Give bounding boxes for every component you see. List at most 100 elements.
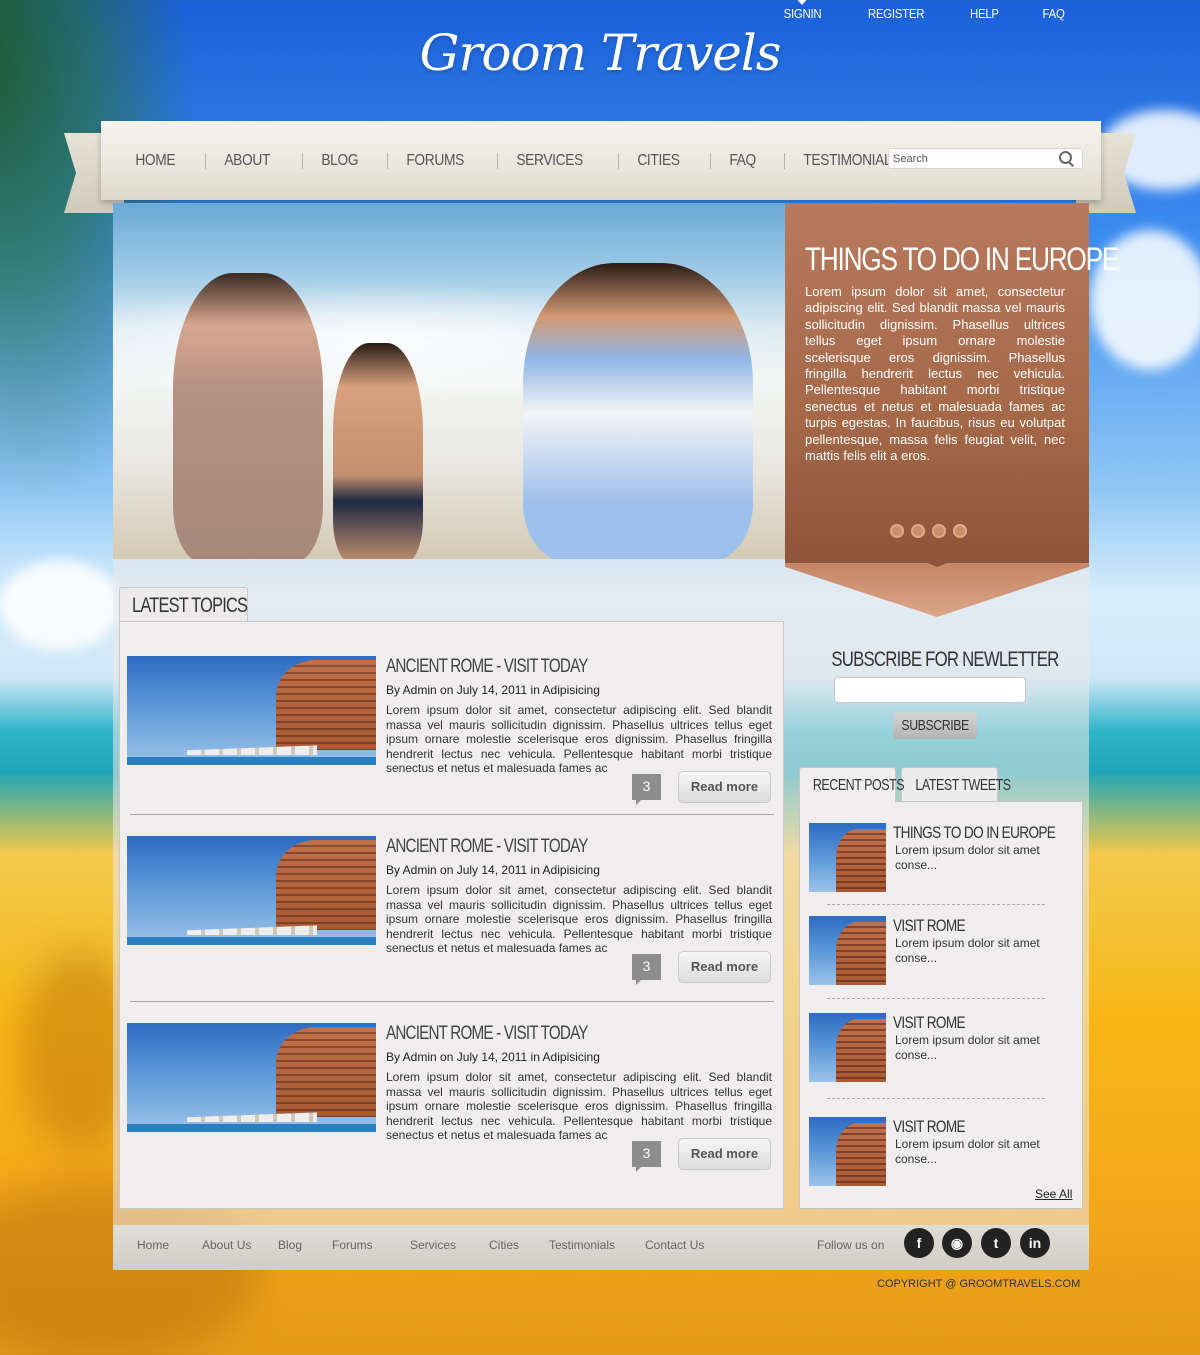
follow-label: Follow us on — [817, 1238, 885, 1252]
topic-meta: By Admin on July 14, 2011 in Adipisicing — [386, 683, 600, 697]
nav-item-blog[interactable]: BLOG — [305, 152, 375, 170]
hero-title: THINGS TO DO IN EUROPE — [805, 241, 1119, 277]
footer-link-cities[interactable]: Cities — [489, 1238, 519, 1252]
footer-link-about-us[interactable]: About Us — [202, 1238, 251, 1252]
woman-figure — [173, 273, 323, 559]
post-excerpt: Lorem ipsum dolor sit amet conse... — [895, 1137, 1040, 1166]
topic-excerpt: Lorem ipsum dolor sit amet, consectetur … — [386, 703, 772, 775]
recent-post-item: THINGS TO DO IN EUROPE Lorem ipsum dolor … — [809, 823, 1079, 893]
cloud-decoration — [0, 560, 120, 650]
hero-panel: THINGS TO DO IN EUROPE Lorem ipsum dolor… — [785, 203, 1119, 563]
footer-link-forums[interactable]: Forums — [332, 1238, 373, 1252]
search-icon[interactable] — [1058, 150, 1076, 168]
topic-title[interactable]: ANCIENT ROME - VISIT TODAY — [386, 836, 588, 858]
tab-recent-posts[interactable]: RECENT POSTS — [799, 767, 905, 803]
post-title[interactable]: VISIT ROME — [893, 1117, 966, 1137]
copyright: COPYRIGHT @ GROOMTRAVELS.COM — [877, 1278, 1081, 1290]
nav-separator — [205, 152, 207, 169]
post-thumbnail[interactable] — [809, 823, 886, 892]
nav-separator — [387, 152, 389, 169]
post-divider — [827, 904, 1045, 905]
recent-post-item: VISIT ROME Lorem ipsum dolor sit amet con… — [809, 916, 1079, 986]
nav-item-about[interactable]: ABOUT — [208, 152, 286, 170]
subscribe-button[interactable]: SUBSCRIBE — [893, 712, 977, 739]
nav-item-forums[interactable]: FORUMS — [390, 152, 480, 170]
slider-dot[interactable] — [932, 524, 946, 538]
recent-post-item: VISIT ROME Lorem ipsum dolor sit amet con… — [809, 1117, 1079, 1187]
topic-item: ANCIENT ROME - VISIT TODAY By Admin on Ju… — [127, 836, 777, 1006]
nav-separator — [783, 152, 785, 169]
slider-dot[interactable] — [890, 524, 904, 538]
facebook-icon[interactable]: f — [904, 1228, 934, 1258]
comment-count-badge[interactable]: 3 — [632, 1141, 661, 1172]
man-figure — [523, 263, 753, 559]
post-thumbnail[interactable] — [809, 1117, 886, 1186]
top-link-help[interactable]: HELP — [952, 6, 1016, 21]
topic-excerpt: Lorem ipsum dolor sit amet, consectetur … — [386, 1070, 772, 1142]
newsletter-email-field[interactable] — [834, 677, 1026, 703]
newsletter-title-text: SUBSCRIBE FOR NEWLETTER — [831, 648, 1059, 671]
tab-latest-topics[interactable]: LATEST TOPICS — [119, 587, 248, 622]
footer-link-home[interactable]: Home — [137, 1238, 169, 1252]
hero-text: Lorem ipsum dolor sit amet, consectetur … — [805, 284, 1065, 464]
footer-link-testimonials[interactable]: Testimonials — [549, 1238, 615, 1252]
twitter-icon[interactable]: t — [981, 1228, 1011, 1258]
main-nav: HOME ABOUT BLOG FORUMS SERVICES CITIES FAQ TEST… — [101, 121, 1101, 200]
topic-thumbnail[interactable] — [127, 836, 376, 945]
top-link-signin[interactable]: SIGNIN — [766, 0, 839, 21]
tab-label: LATEST TWEETS — [915, 777, 1011, 794]
slider-dots — [890, 524, 967, 538]
top-link-register[interactable]: REGISTER — [850, 6, 942, 21]
topic-thumbnail[interactable] — [127, 1023, 376, 1132]
post-divider — [827, 998, 1045, 999]
footer-bar: Follow us on Home About Us Blog Forums Servi… — [113, 1225, 1089, 1270]
post-thumbnail[interactable] — [809, 1013, 886, 1082]
top-link-faq[interactable]: FAQ — [1025, 6, 1082, 21]
comment-count-badge[interactable]: 3 — [632, 774, 661, 805]
topic-item: ANCIENT ROME - VISIT TODAY By Admin on Ju… — [127, 1023, 777, 1193]
tab-label: LATEST TOPICS — [132, 594, 248, 617]
post-divider — [827, 1098, 1045, 1099]
read-more-button[interactable]: Read more — [678, 771, 771, 803]
nav-item-services[interactable]: SERVICES — [500, 152, 599, 170]
post-title[interactable]: THINGS TO DO IN EUROPE — [893, 823, 1056, 843]
read-more-button[interactable]: Read more — [678, 1138, 771, 1170]
topic-divider — [130, 814, 774, 815]
footer-link-services[interactable]: Services — [410, 1238, 456, 1252]
recent-post-item: VISIT ROME Lorem ipsum dolor sit amet con… — [809, 1013, 1079, 1083]
nav-item-cities[interactable]: CITIES — [621, 152, 696, 170]
topic-title[interactable]: ANCIENT ROME - VISIT TODAY — [386, 656, 588, 678]
post-title[interactable]: VISIT ROME — [893, 1013, 966, 1033]
see-all-link[interactable]: See All — [1035, 1187, 1072, 1201]
topic-title[interactable]: ANCIENT ROME - VISIT TODAY — [386, 1023, 588, 1045]
newsletter-title: SUBSCRIBE FOR NEWLETTER — [803, 648, 1067, 672]
post-title[interactable]: VISIT ROME — [893, 916, 966, 936]
nav-item-faq[interactable]: FAQ — [713, 152, 772, 170]
topic-thumbnail[interactable] — [127, 656, 376, 765]
slider-dot[interactable] — [911, 524, 925, 538]
topic-excerpt: Lorem ipsum dolor sit amet, consectetur … — [386, 883, 772, 955]
site-logo[interactable]: Groom Travels — [0, 24, 1200, 82]
nav-separator — [709, 152, 711, 169]
nav-item-home[interactable]: HOME — [119, 152, 192, 170]
footer-link-blog[interactable]: Blog — [278, 1238, 302, 1252]
nav-separator — [301, 152, 303, 169]
read-more-button[interactable]: Read more — [678, 951, 771, 983]
top-links: SIGNIN REGISTER HELP FAQ — [761, 0, 1086, 21]
search-input[interactable]: Search — [893, 153, 1058, 165]
nav-separator — [497, 152, 499, 169]
recent-posts-panel: THINGS TO DO IN EUROPE Lorem ipsum dolor … — [799, 801, 1083, 1209]
tab-latest-tweets[interactable]: LATEST TWEETS — [901, 767, 1011, 802]
linkedin-icon[interactable]: in — [1020, 1228, 1050, 1258]
topic-divider — [130, 1001, 774, 1002]
subscribe-label: SUBSCRIBE — [901, 717, 969, 734]
search-box[interactable]: Search — [888, 148, 1083, 169]
comment-count-badge[interactable]: 3 — [632, 954, 661, 985]
latest-topics-panel: ANCIENT ROME - VISIT TODAY By Admin on Ju… — [119, 621, 784, 1209]
topic-meta: By Admin on July 14, 2011 in Adipisicing — [386, 863, 600, 877]
rss-icon[interactable]: ◉ — [942, 1228, 972, 1258]
slider-dot[interactable] — [953, 524, 967, 538]
post-thumbnail[interactable] — [809, 916, 886, 985]
post-excerpt: Lorem ipsum dolor sit amet conse... — [895, 936, 1040, 965]
footer-link-contact-us[interactable]: Contact Us — [645, 1238, 704, 1252]
